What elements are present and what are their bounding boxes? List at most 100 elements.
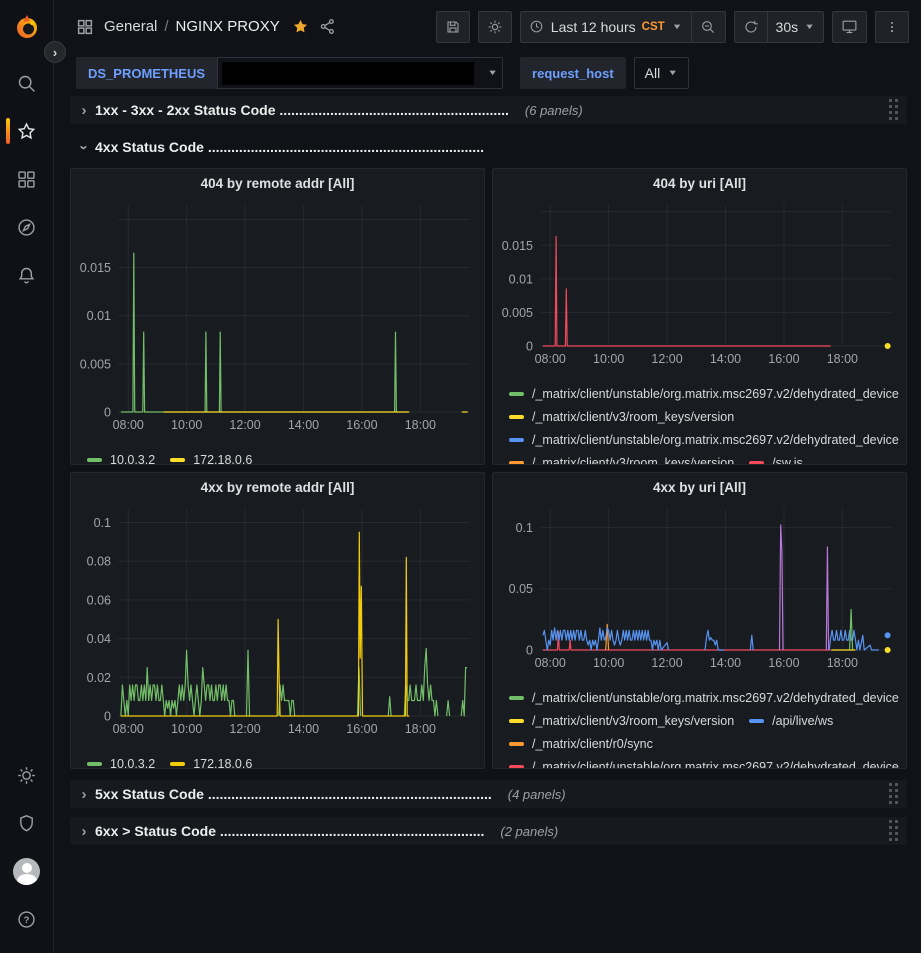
legend-item[interactable]: /_matrix/client/r0/sync (509, 737, 653, 751)
svg-text:0.01: 0.01 (87, 309, 111, 323)
chart-legend: /_matrix/client/unstable/org.matrix.msc2… (493, 377, 906, 465)
legend-label: /_matrix/client/unstable/org.matrix.msc2… (532, 760, 899, 770)
row-panel-count: (2 panels) (500, 824, 558, 839)
sidebar-expand-button[interactable]: › (44, 41, 66, 63)
cycle-view-mode-button[interactable] (832, 11, 867, 43)
legend-item[interactable]: /_matrix/client/v3/room_keys/version (509, 410, 734, 424)
main-area: General / NGINX PROXY (54, 0, 921, 953)
legend-item[interactable]: /sw.js (749, 456, 803, 466)
sidebar-item-profile[interactable] (0, 847, 54, 895)
clock-icon (529, 19, 544, 34)
legend-row: /_matrix/client/unstable/org.matrix.msc2… (509, 382, 906, 405)
sidebar-item-search[interactable] (0, 59, 54, 107)
sidebar-item-configuration[interactable] (0, 751, 54, 799)
legend-label: 10.0.3.2 (110, 453, 155, 466)
svg-text:16:00: 16:00 (346, 722, 377, 736)
row-header-1xx-3xx-2xx[interactable]: › 1xx - 3xx - 2xx Status Code ..........… (70, 96, 907, 124)
chevron-right-icon: › (76, 823, 92, 840)
svg-text:0.08: 0.08 (87, 555, 111, 569)
legend-item[interactable]: /_matrix/client/unstable/org.matrix.msc2… (509, 433, 899, 447)
panel-title[interactable]: 404 by uri [All] (493, 169, 906, 197)
svg-text:10:00: 10:00 (593, 352, 624, 366)
row-header-5xx[interactable]: › 5xx Status Code ......................… (70, 780, 907, 808)
dashboard-header: General / NGINX PROXY (54, 0, 921, 53)
row-drag-handle[interactable] (885, 818, 903, 844)
breadcrumb: General / NGINX PROXY (104, 18, 280, 35)
share-icon[interactable] (319, 18, 336, 35)
variables-row: DS_PROMETHEUS ▼ request_host All ▼ (54, 53, 921, 95)
sidebar-item-help[interactable]: ? (0, 895, 54, 943)
zoom-out-time-button[interactable] (692, 11, 726, 43)
timezone-label: CST (642, 21, 665, 33)
refresh-interval-dropdown[interactable]: 30s ▼ (768, 11, 824, 43)
sidebar-item-dashboards[interactable] (0, 155, 54, 203)
legend-item[interactable]: 10.0.3.2 (87, 453, 155, 466)
chevron-down-icon: ▼ (487, 69, 498, 77)
breadcrumb-separator: / (164, 18, 168, 35)
svg-text:0.1: 0.1 (516, 521, 533, 535)
gear-icon (16, 765, 37, 786)
save-icon (445, 19, 461, 35)
legend-item[interactable]: /api/live/ws (749, 714, 833, 728)
request-host-variable-label[interactable]: request_host (520, 57, 626, 89)
chart-legend: /_matrix/client/unstable/org.matrix.msc2… (493, 681, 906, 769)
svg-text:12:00: 12:00 (651, 656, 682, 670)
panel-title[interactable]: 404 by remote addr [All] (71, 169, 484, 197)
avatar (13, 858, 40, 885)
legend-swatch (509, 765, 524, 769)
sidebar-item-alerting[interactable] (0, 251, 54, 299)
svg-text:14:00: 14:00 (288, 418, 319, 432)
row-title: 4xx Status Code ........................… (95, 139, 484, 155)
legend-item[interactable]: /_matrix/client/v3/room_keys/version (509, 714, 734, 728)
panel-404-by-uri: 404 by uri [All] 08:0010:0012:0014:0016:… (492, 168, 907, 465)
legend-swatch (749, 719, 764, 723)
sidebar-item-explore[interactable] (0, 203, 54, 251)
legend-swatch (170, 762, 185, 766)
legend-row: 10.0.3.2 172.18.0.6 (87, 448, 484, 465)
dashboard-settings-button[interactable] (478, 11, 512, 43)
legend-swatch (87, 458, 102, 462)
save-dashboard-button[interactable] (436, 11, 470, 43)
time-range-picker[interactable]: Last 12 hours CST ▼ (520, 11, 692, 43)
svg-text:0.015: 0.015 (80, 261, 111, 275)
row-drag-handle[interactable] (885, 97, 903, 123)
svg-text:16:00: 16:00 (768, 352, 799, 366)
breadcrumb-dashboard-title[interactable]: NGINX PROXY (176, 18, 280, 35)
panel-title[interactable]: 4xx by uri [All] (493, 473, 906, 501)
row-header-6xx[interactable]: › 6xx > Status Code ....................… (70, 817, 907, 845)
kebab-menu-button[interactable] (875, 11, 909, 43)
legend-swatch (749, 461, 764, 465)
legend-item[interactable]: /_matrix/client/unstable/org.matrix.msc2… (509, 760, 899, 770)
row-header-4xx[interactable]: › 4xx Status Code ......................… (70, 133, 907, 161)
refresh-button[interactable] (734, 11, 768, 43)
legend-row: /_matrix/client/v3/room_keys/version (509, 405, 906, 428)
legend-row: 10.0.3.2 172.18.0.6 (87, 752, 484, 769)
request-host-value: All (645, 65, 661, 81)
datasource-variable-label[interactable]: DS_PROMETHEUS (76, 57, 217, 89)
request-host-variable-select[interactable]: All ▼ (634, 57, 689, 89)
legend-item[interactable]: 172.18.0.6 (170, 757, 252, 770)
legend-label: /_matrix/client/r0/sync (532, 737, 653, 751)
legend-item[interactable]: 10.0.3.2 (87, 757, 155, 770)
svg-text:0.06: 0.06 (87, 593, 111, 607)
legend-label: /sw.js (772, 456, 803, 466)
svg-text:18:00: 18:00 (827, 352, 858, 366)
breadcrumb-folder[interactable]: General (104, 18, 157, 35)
legend-item[interactable]: /_matrix/client/unstable/org.matrix.msc2… (509, 387, 899, 401)
svg-text:0.1: 0.1 (94, 516, 111, 530)
timeseries-chart: 08:0010:0012:0014:0016:0018:0000.020.040… (78, 501, 479, 742)
sidebar-item-server-admin[interactable] (0, 799, 54, 847)
legend-item[interactable]: /_matrix/client/unstable/org.matrix.msc2… (509, 691, 899, 705)
row-drag-handle[interactable] (885, 781, 903, 807)
refresh-interval-value: 30s (776, 19, 799, 35)
favorite-star-icon[interactable] (292, 18, 309, 35)
sidebar-item-starred[interactable] (0, 107, 54, 155)
legend-item[interactable]: 172.18.0.6 (170, 453, 252, 466)
grafana-logo-icon[interactable] (13, 13, 41, 41)
legend-item[interactable]: /_matrix/client/v3/room_keys/version (509, 456, 734, 466)
panel-title[interactable]: 4xx by remote addr [All] (71, 473, 484, 501)
panel-4xx-by-remote-addr: 4xx by remote addr [All] 08:0010:0012:00… (70, 472, 485, 769)
panel-grid: 404 by remote addr [All] 08:0010:0012:00… (70, 168, 907, 769)
datasource-variable-select[interactable]: ▼ (217, 57, 503, 89)
legend-swatch (87, 762, 102, 766)
